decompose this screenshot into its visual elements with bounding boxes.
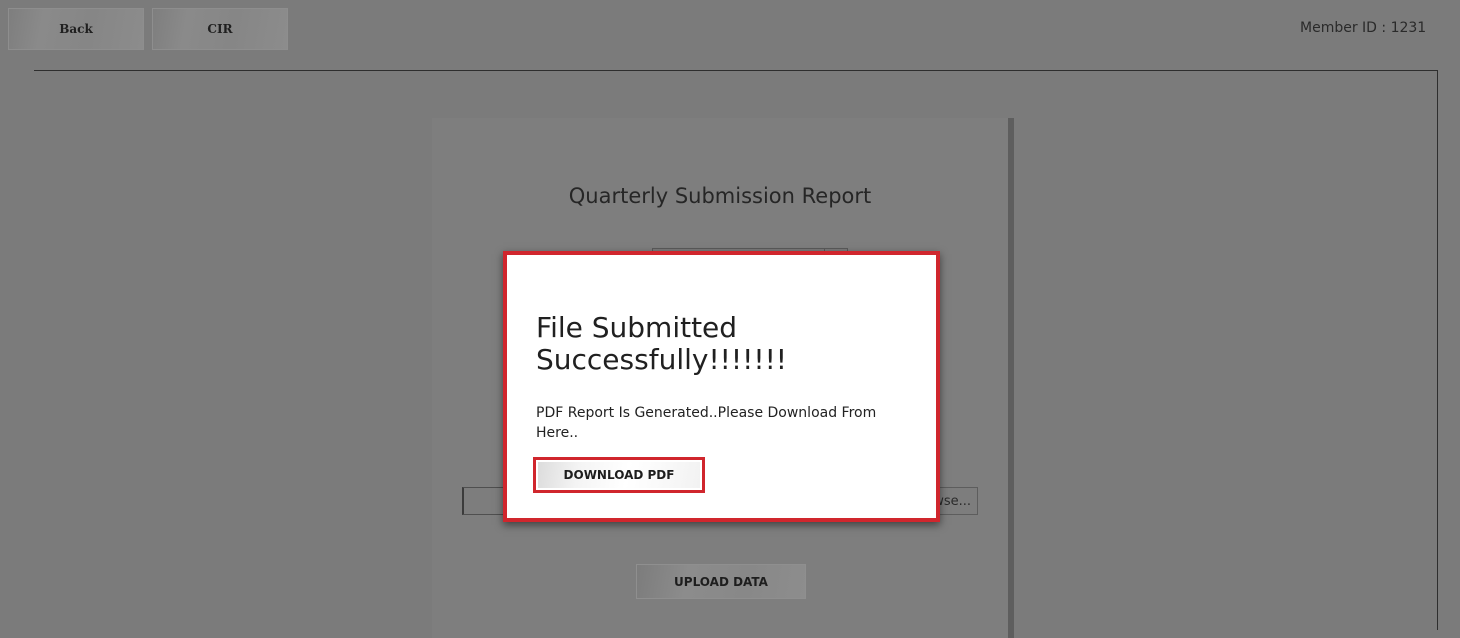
back-button-label: Back — [59, 22, 93, 36]
download-pdf-label: DOWNLOAD PDF — [538, 462, 700, 488]
modal-message: PDF Report Is Generated..Please Download… — [536, 405, 877, 441]
upload-data-button[interactable]: UPLOAD DATA — [636, 564, 806, 599]
back-button[interactable]: Back — [8, 8, 144, 50]
download-pdf-button[interactable]: DOWNLOAD PDF — [533, 457, 705, 493]
top-toolbar: Back CIR Member ID : 1231 — [0, 0, 1460, 58]
cir-button[interactable]: CIR — [152, 8, 288, 50]
success-modal: File Submitted Successfully!!!!!!! PDF R… — [503, 251, 940, 522]
upload-data-label: UPLOAD DATA — [674, 574, 768, 589]
cir-button-label: CIR — [207, 22, 233, 36]
page-title: Quarterly Submission Report — [568, 184, 872, 208]
modal-heading: File Submitted Successfully!!!!!!! — [536, 311, 788, 376]
member-id: Member ID : 1231 — [1300, 20, 1427, 36]
